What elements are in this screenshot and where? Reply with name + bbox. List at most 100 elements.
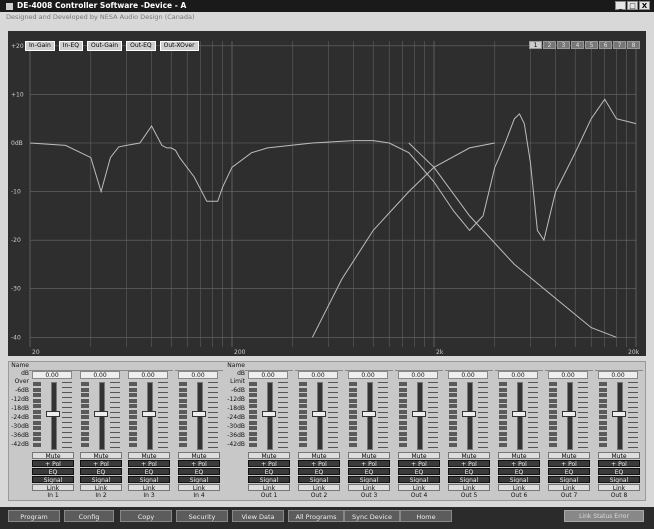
eq-button[interactable]: EQ [598,468,640,476]
gain-value[interactable]: 0.00 [598,371,638,379]
nav-all-programs-button[interactable]: All Programs [288,510,344,522]
link-button[interactable]: Link [32,484,74,492]
gain-value[interactable]: 0.00 [298,371,338,379]
legend-out-xover[interactable]: Out-XOver [159,41,199,51]
bank-button-6[interactable]: 6 [599,41,612,49]
eq-button[interactable]: EQ [448,468,490,476]
nav-security-button[interactable]: Security [176,510,228,522]
fader-knob[interactable] [142,410,156,417]
gain-value[interactable]: 0.00 [32,371,72,379]
polarity-button[interactable]: + Pol [248,460,290,468]
eq-button[interactable]: EQ [498,468,540,476]
gain-value[interactable]: 0.00 [178,371,218,379]
eq-button[interactable]: EQ [80,468,122,476]
bank-button-4[interactable]: 4 [571,41,584,49]
mute-button[interactable]: Mute [32,452,74,460]
gain-value[interactable]: 0.00 [128,371,168,379]
fader-knob[interactable] [94,410,108,417]
polarity-button[interactable]: + Pol [448,460,490,468]
nav-config-button[interactable]: Config [64,510,114,522]
eq-button[interactable]: EQ [298,468,340,476]
mute-button[interactable]: Mute [548,452,590,460]
strip-name-field[interactable] [495,363,543,371]
mute-button[interactable]: Mute [398,452,440,460]
nav-sync-device-button[interactable]: Sync Device [344,510,400,522]
maximize-button[interactable]: □ [627,1,638,10]
signal-indicator[interactable]: Signal [80,476,122,484]
strip-name-field[interactable] [395,363,443,371]
legend-out-eq[interactable]: Out-EQ [126,41,156,51]
eq-response-graph[interactable]: +20 +10 0dB -10 -20 -30 -40 20 200 2k 20k [8,31,646,356]
strip-name-field[interactable] [295,363,343,371]
fader-knob[interactable] [462,410,476,417]
signal-indicator[interactable]: Signal [298,476,340,484]
signal-indicator[interactable]: Signal [248,476,290,484]
signal-indicator[interactable]: Signal [448,476,490,484]
signal-indicator[interactable]: Signal [548,476,590,484]
fader-knob[interactable] [562,410,576,417]
legend-in-eq[interactable]: In-EQ [58,41,84,51]
strip-name-field[interactable] [245,363,293,371]
eq-button[interactable]: EQ [32,468,74,476]
strip-name-field[interactable] [345,363,393,371]
polarity-button[interactable]: + Pol [398,460,440,468]
mute-button[interactable]: Mute [128,452,170,460]
legend-in-gain[interactable]: In-Gain [25,41,55,51]
gain-value[interactable]: 0.00 [548,371,588,379]
eq-button[interactable]: EQ [178,468,220,476]
eq-button[interactable]: EQ [128,468,170,476]
bank-button-2[interactable]: 2 [543,41,556,49]
gain-value[interactable]: 0.00 [80,371,120,379]
signal-indicator[interactable]: Signal [398,476,440,484]
link-button[interactable]: Link [298,484,340,492]
legend-out-gain[interactable]: Out-Gain [87,41,123,51]
signal-indicator[interactable]: Signal [598,476,640,484]
mute-button[interactable]: Mute [598,452,640,460]
gain-value[interactable]: 0.00 [398,371,438,379]
strip-name-field[interactable] [77,363,125,371]
polarity-button[interactable]: + Pol [498,460,540,468]
strip-name-field[interactable] [29,363,77,371]
link-button[interactable]: Link [448,484,490,492]
eq-button[interactable]: EQ [348,468,390,476]
gain-value[interactable]: 0.00 [348,371,388,379]
mute-button[interactable]: Mute [80,452,122,460]
signal-indicator[interactable]: Signal [178,476,220,484]
strip-name-field[interactable] [445,363,493,371]
mute-button[interactable]: Mute [298,452,340,460]
polarity-button[interactable]: + Pol [348,460,390,468]
bank-button-7[interactable]: 7 [613,41,626,49]
strip-name-field[interactable] [125,363,173,371]
signal-indicator[interactable]: Signal [32,476,74,484]
eq-button[interactable]: EQ [548,468,590,476]
link-button[interactable]: Link [348,484,390,492]
fader-knob[interactable] [262,410,276,417]
link-button[interactable]: Link [498,484,540,492]
link-button[interactable]: Link [128,484,170,492]
fader-knob[interactable] [512,410,526,417]
link-button[interactable]: Link [548,484,590,492]
eq-button[interactable]: EQ [398,468,440,476]
fader-knob[interactable] [46,410,60,417]
polarity-button[interactable]: + Pol [178,460,220,468]
gain-value[interactable]: 0.00 [248,371,288,379]
signal-indicator[interactable]: Signal [498,476,540,484]
nav-view-data-button[interactable]: View Data [232,510,284,522]
link-button[interactable]: Link [178,484,220,492]
fader-knob[interactable] [362,410,376,417]
nav-home-button[interactable]: Home [400,510,452,522]
minimize-button[interactable]: _ [615,1,626,10]
polarity-button[interactable]: + Pol [548,460,590,468]
strip-name-field[interactable] [595,363,643,371]
bank-button-5[interactable]: 5 [585,41,598,49]
link-button[interactable]: Link [598,484,640,492]
mute-button[interactable]: Mute [178,452,220,460]
fader-knob[interactable] [312,410,326,417]
mute-button[interactable]: Mute [498,452,540,460]
gain-value[interactable]: 0.00 [448,371,488,379]
mute-button[interactable]: Mute [348,452,390,460]
polarity-button[interactable]: + Pol [128,460,170,468]
polarity-button[interactable]: + Pol [32,460,74,468]
nav-program-button[interactable]: Program [8,510,60,522]
eq-button[interactable]: EQ [248,468,290,476]
